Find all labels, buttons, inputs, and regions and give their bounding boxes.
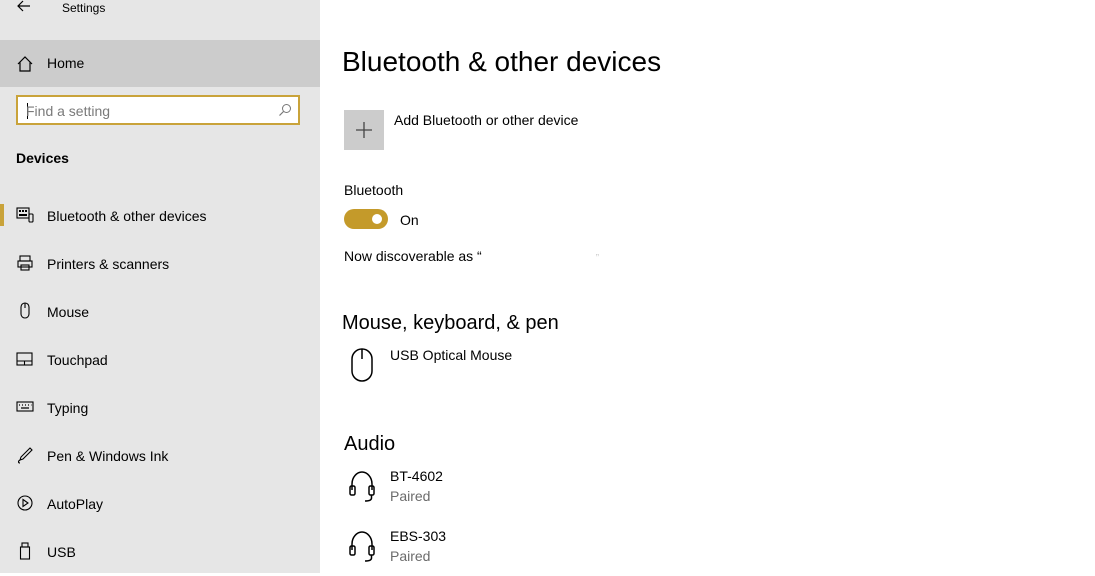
add-device-button[interactable] xyxy=(344,110,384,150)
discoverable-text: Now discoverable as “ ” xyxy=(344,248,599,264)
home-icon xyxy=(17,56,33,72)
sidebar-item-touchpad[interactable]: Touchpad xyxy=(0,338,320,382)
discoverable-prefix: Now discoverable as “ xyxy=(344,248,482,264)
device-status: Paired xyxy=(390,548,431,564)
mouse-icon xyxy=(20,302,30,319)
back-arrow-icon xyxy=(17,0,30,12)
device-name: EBS-303 xyxy=(390,528,447,544)
sidebar-item-printers[interactable]: Printers & scanners xyxy=(0,242,320,286)
main-content: Bluetooth & other devices Add Bluetooth … xyxy=(320,0,1095,573)
sidebar-item-label: Pen & Windows Ink xyxy=(47,448,169,464)
sidebar-item-label: AutoPlay xyxy=(47,496,104,512)
toggle-knob xyxy=(372,214,382,224)
section-title: Devices xyxy=(16,150,69,166)
sidebar-home[interactable]: Home xyxy=(0,40,320,87)
printer-icon xyxy=(17,255,33,271)
headset-icon xyxy=(349,531,375,562)
bluetooth-toggle[interactable] xyxy=(344,209,388,229)
sidebar-item-bluetooth[interactable]: Bluetooth & other devices xyxy=(0,194,320,238)
bluetooth-label: Bluetooth xyxy=(344,182,404,198)
search-box[interactable] xyxy=(16,95,300,125)
audio-section-title: Audio xyxy=(344,433,396,455)
selection-indicator xyxy=(0,204,4,226)
touchpad-icon xyxy=(16,352,33,366)
autoplay-icon xyxy=(17,495,33,511)
add-device-label[interactable]: Add Bluetooth or other device xyxy=(394,112,578,128)
back-button[interactable] xyxy=(12,0,36,16)
plus-icon xyxy=(356,122,372,138)
device-name: USB Optical Mouse xyxy=(390,347,513,363)
keyboard-icon xyxy=(16,401,34,412)
app-title: Settings xyxy=(62,1,106,15)
bluetooth-devices-icon xyxy=(16,207,34,223)
device-bt-4602[interactable]: BT-4602 Paired xyxy=(344,468,744,516)
home-label: Home xyxy=(47,55,85,71)
sidebar-item-pen[interactable]: Pen & Windows Ink xyxy=(0,434,320,478)
device-name: BT-4602 xyxy=(390,468,443,484)
bluetooth-state-label: On xyxy=(400,212,419,228)
search-icon[interactable] xyxy=(278,103,292,117)
sidebar-item-label: Mouse xyxy=(47,304,90,320)
headset-icon xyxy=(349,471,375,502)
discoverable-suffix: ” xyxy=(595,253,600,264)
sidebar-item-label: USB xyxy=(47,544,76,560)
sidebar-item-typing[interactable]: Typing xyxy=(0,386,320,430)
sidebar-item-autoplay[interactable]: AutoPlay xyxy=(0,482,320,526)
sidebar: Settings Home Devices Bluetooth & other … xyxy=(0,0,320,573)
sidebar-item-label: Bluetooth & other devices xyxy=(47,208,207,224)
mouse-icon xyxy=(351,348,373,382)
usb-icon xyxy=(19,542,31,560)
sidebar-item-label: Printers & scanners xyxy=(47,256,170,272)
page-title: Bluetooth & other devices xyxy=(342,46,662,77)
device-usb-optical-mouse[interactable]: USB Optical Mouse xyxy=(344,347,744,395)
mouse-section-title: Mouse, keyboard, & pen xyxy=(342,312,559,334)
search-input[interactable] xyxy=(26,101,266,121)
sidebar-item-label: Touchpad xyxy=(47,352,108,368)
title-bar: Settings xyxy=(0,0,320,16)
sidebar-item-label: Typing xyxy=(47,400,89,416)
pen-icon xyxy=(17,447,33,464)
sidebar-item-mouse[interactable]: Mouse xyxy=(0,290,320,334)
device-ebs-303[interactable]: EBS-303 Paired xyxy=(344,528,744,576)
sidebar-item-usb[interactable]: USB xyxy=(0,530,320,574)
device-status: Paired xyxy=(390,488,431,504)
